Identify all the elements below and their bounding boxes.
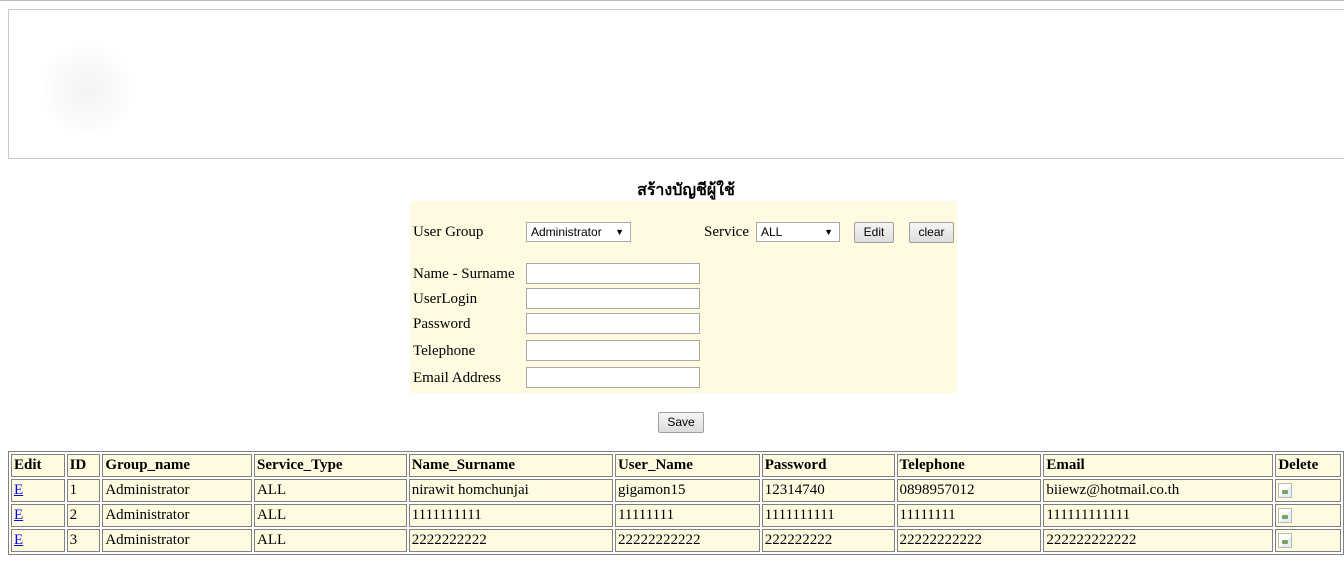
email-label: Email Address — [413, 370, 501, 386]
edit-cell: E — [11, 529, 65, 552]
users-table: Edit ID Group_name Service_Type Name_Sur… — [8, 451, 1344, 555]
id-cell: 3 — [66, 529, 101, 552]
telephone-label: Telephone — [413, 343, 476, 359]
delete-broken-image-icon[interactable] — [1278, 533, 1293, 549]
service-cell: ALL — [254, 504, 407, 527]
email-cell: biiewz@hotmail.co.th — [1043, 479, 1274, 502]
delete-cell — [1275, 504, 1341, 527]
service-cell: ALL — [254, 479, 407, 502]
column-header: Telephone — [896, 454, 1042, 477]
email-cell: 111111111111 — [1043, 504, 1274, 527]
name-cell: 1111111111 — [408, 504, 613, 527]
username-cell: 11111111 — [614, 504, 760, 527]
group-cell: Administrator — [102, 479, 253, 502]
telephone-cell: 22222222222 — [896, 529, 1042, 552]
password-cell: 12314740 — [761, 479, 895, 502]
table-row: E 3 Administrator ALL 2222222222 2222222… — [11, 529, 1341, 552]
telephone-cell: 0898957012 — [896, 479, 1042, 502]
edit-cell: E — [11, 479, 65, 502]
column-header: User_Name — [614, 454, 760, 477]
edit-cell: E — [11, 504, 65, 527]
column-header: Service_Type — [254, 454, 407, 477]
name-surname-input[interactable] — [526, 263, 700, 284]
edit-button[interactable]: Edit — [854, 222, 894, 243]
delete-broken-image-icon[interactable] — [1278, 508, 1293, 524]
username-cell: 22222222222 — [614, 529, 760, 552]
header-banner — [8, 9, 1344, 159]
password-cell: 1111111111 — [761, 504, 895, 527]
id-cell: 2 — [66, 504, 101, 527]
group-cell: Administrator — [102, 529, 253, 552]
group-cell: Administrator — [102, 504, 253, 527]
column-header: Name_Surname — [408, 454, 613, 477]
save-button[interactable]: Save — [658, 412, 704, 433]
edit-row-link[interactable]: E — [14, 482, 23, 498]
delete-cell — [1275, 479, 1341, 502]
dropdown-arrow-icon: ▼ — [824, 227, 833, 237]
service-select[interactable]: ALL ▼ — [756, 222, 840, 242]
column-header: Edit — [11, 454, 65, 477]
column-header: Delete — [1275, 454, 1341, 477]
email-cell: 222222222222 — [1043, 529, 1274, 552]
id-cell: 1 — [66, 479, 101, 502]
faded-logo — [37, 40, 137, 140]
service-cell: ALL — [254, 529, 407, 552]
password-input[interactable] — [526, 313, 700, 334]
table-header-row: Edit ID Group_name Service_Type Name_Sur… — [11, 454, 1341, 477]
email-input[interactable] — [526, 367, 700, 388]
user-group-label: User Group — [413, 224, 484, 240]
column-header: Email — [1043, 454, 1274, 477]
table-row: E 1 Administrator ALL nirawit homchunjai… — [11, 479, 1341, 502]
password-label: Password — [413, 316, 471, 332]
clear-button[interactable]: clear — [909, 222, 954, 243]
service-label: Service — [704, 224, 749, 240]
edit-row-link[interactable]: E — [14, 532, 23, 548]
name-cell: 2222222222 — [408, 529, 613, 552]
username-cell: gigamon15 — [614, 479, 760, 502]
dropdown-arrow-icon: ▼ — [615, 227, 624, 237]
userlogin-label: UserLogin — [413, 291, 478, 307]
delete-broken-image-icon[interactable] — [1278, 483, 1293, 499]
column-header: Group_name — [102, 454, 253, 477]
edit-row-link[interactable]: E — [14, 507, 23, 523]
telephone-cell: 11111111 — [896, 504, 1042, 527]
telephone-input[interactable] — [526, 340, 700, 361]
column-header: ID — [66, 454, 101, 477]
create-account-form: User Group Administrator ▼ Service ALL ▼ E… — [410, 201, 957, 393]
column-header: Password — [761, 454, 895, 477]
page-title: สร้างบัญชีผู้ใช้ — [637, 180, 735, 199]
name-cell: nirawit homchunjai — [408, 479, 613, 502]
userlogin-input[interactable] — [526, 288, 700, 309]
table-row: E 2 Administrator ALL 1111111111 1111111… — [11, 504, 1341, 527]
name-surname-label: Name - Surname — [413, 266, 515, 282]
password-cell: 222222222 — [761, 529, 895, 552]
delete-cell — [1275, 529, 1341, 552]
top-divider — [0, 0, 1344, 1]
user-group-select[interactable]: Administrator ▼ — [526, 222, 631, 242]
